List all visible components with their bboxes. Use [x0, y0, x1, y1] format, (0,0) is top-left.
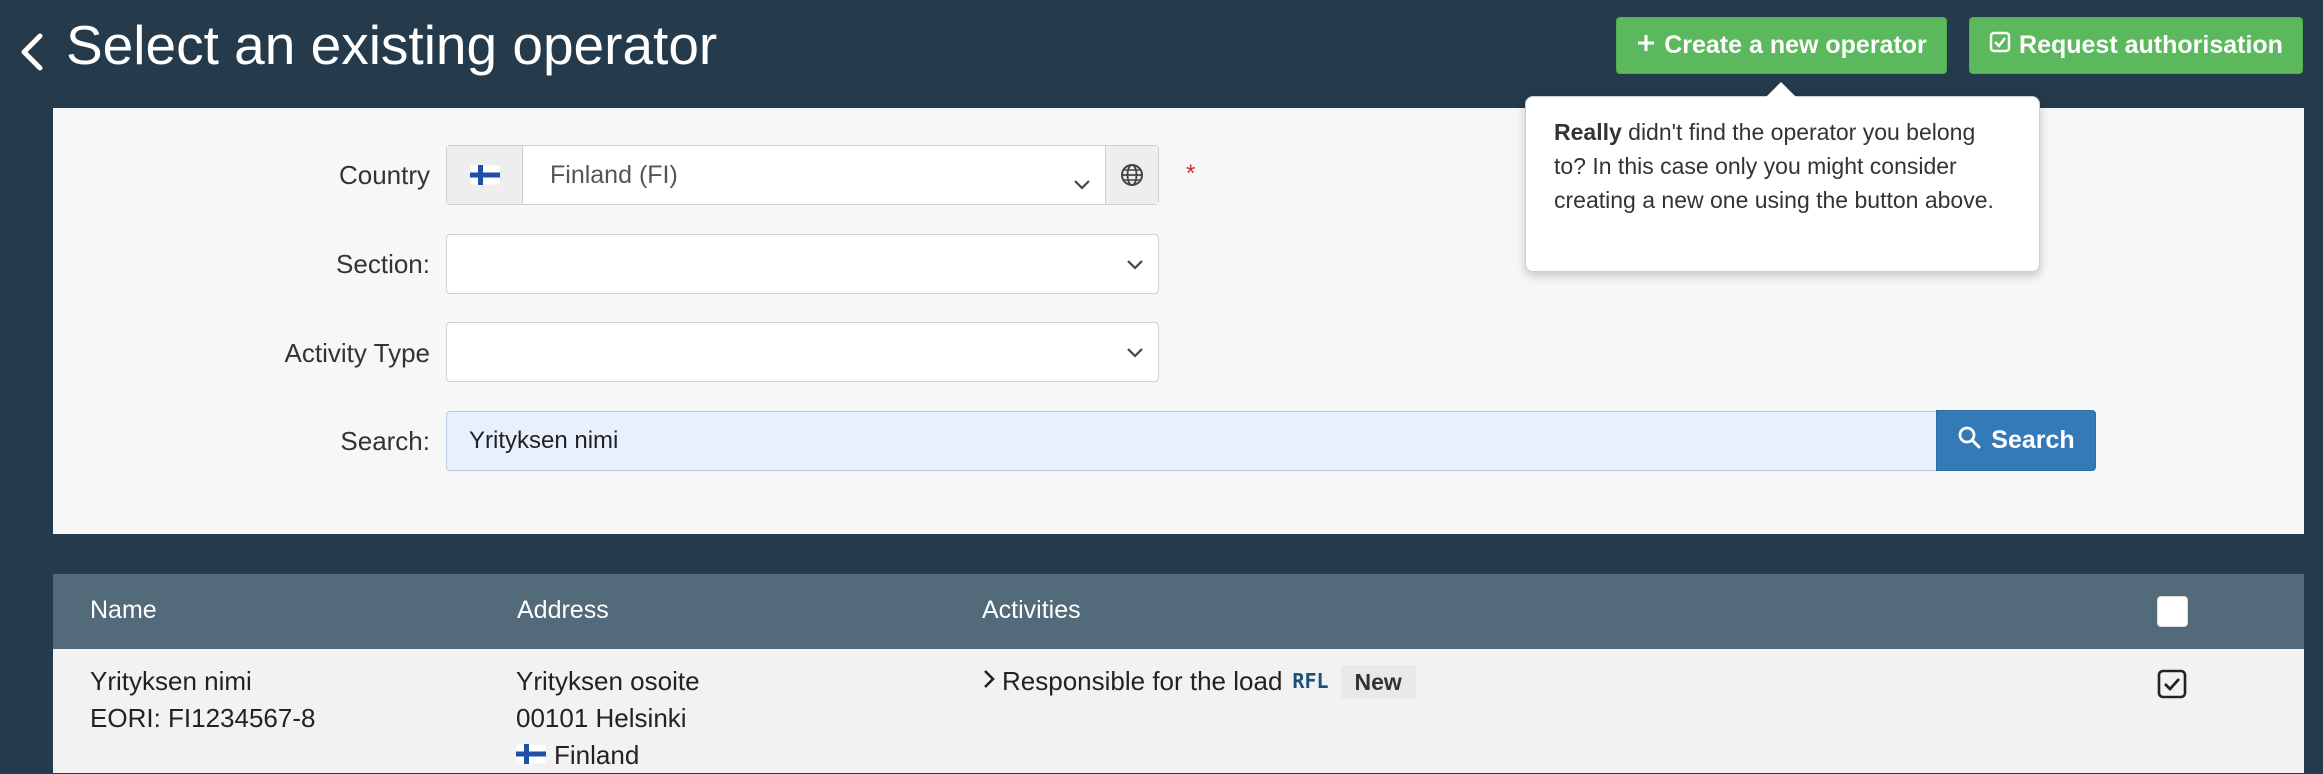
create-operator-label: Create a new operator: [1664, 31, 1927, 59]
address-line-2: 00101 Helsinki: [516, 703, 687, 733]
finland-flag-icon: [515, 737, 547, 774]
activity-type-select[interactable]: [446, 322, 1159, 382]
checkbox-icon: [1989, 31, 2011, 60]
activity-name: Responsible for the load: [1002, 666, 1283, 696]
activity-type-label: Activity Type: [284, 338, 430, 368]
activity-item[interactable]: Responsible for the load RFL New: [982, 663, 1416, 700]
help-popover: Really didn't find the operator you belo…: [1525, 96, 2040, 272]
back-chevron-icon[interactable]: [18, 30, 48, 74]
activity-code: RFL: [1292, 669, 1329, 693]
country-value: Finland (FI): [550, 160, 678, 189]
table-row[interactable]: Yrityksen nimi EORI: FI1234567-8 Yrityks…: [53, 649, 2304, 773]
chevron-down-icon: [1126, 346, 1144, 364]
operator-name-cell: Yrityksen nimi EORI: FI1234567-8: [90, 663, 315, 737]
column-header-name[interactable]: Name: [90, 596, 157, 625]
chevron-right-icon[interactable]: [982, 663, 996, 700]
popover-bold-text: Really: [1554, 119, 1622, 145]
country-select[interactable]: Finland (FI): [523, 146, 1105, 204]
globe-icon[interactable]: [1105, 146, 1158, 204]
section-label: Section:: [336, 249, 430, 279]
popover-arrow: [1766, 82, 1796, 97]
chevron-down-icon: [1073, 169, 1091, 198]
request-authorisation-button[interactable]: Request authorisation: [1969, 17, 2303, 74]
search-label: Search:: [340, 426, 430, 456]
finland-flag-icon: [447, 146, 523, 204]
search-icon: [1957, 425, 1981, 456]
select-all-checkbox[interactable]: [2157, 596, 2188, 627]
request-authorisation-label: Request authorisation: [2019, 31, 2283, 59]
address-country: Finland: [515, 737, 700, 774]
chevron-down-icon: [1126, 258, 1144, 276]
new-badge: New: [1340, 664, 1416, 699]
column-header-address[interactable]: Address: [517, 596, 609, 625]
search-button-label: Search: [1991, 426, 2075, 454]
create-operator-button[interactable]: Create a new operator: [1616, 17, 1947, 74]
operator-name: Yrityksen nimi: [90, 666, 252, 696]
search-button[interactable]: Search: [1936, 410, 2096, 471]
operator-eori: EORI: FI1234567-8: [90, 703, 316, 733]
required-indicator: *: [1186, 160, 1196, 187]
operator-address-cell: Yrityksen osoite 00101 Helsinki Finland: [515, 663, 700, 774]
section-select[interactable]: [446, 234, 1159, 294]
country-select-group[interactable]: Finland (FI): [446, 145, 1159, 205]
results-table-header: Name Address Activities: [53, 574, 2304, 649]
search-input[interactable]: [446, 411, 1937, 471]
page-title: Select an existing operator: [66, 14, 718, 76]
country-label: Country: [338, 160, 430, 190]
address-line-1: Yrityksen osoite: [516, 666, 700, 696]
row-select-checkbox[interactable]: [2156, 668, 2188, 700]
column-header-activities[interactable]: Activities: [982, 596, 1081, 625]
address-country-name: Finland: [554, 740, 640, 770]
plus-icon: [1636, 31, 1656, 60]
